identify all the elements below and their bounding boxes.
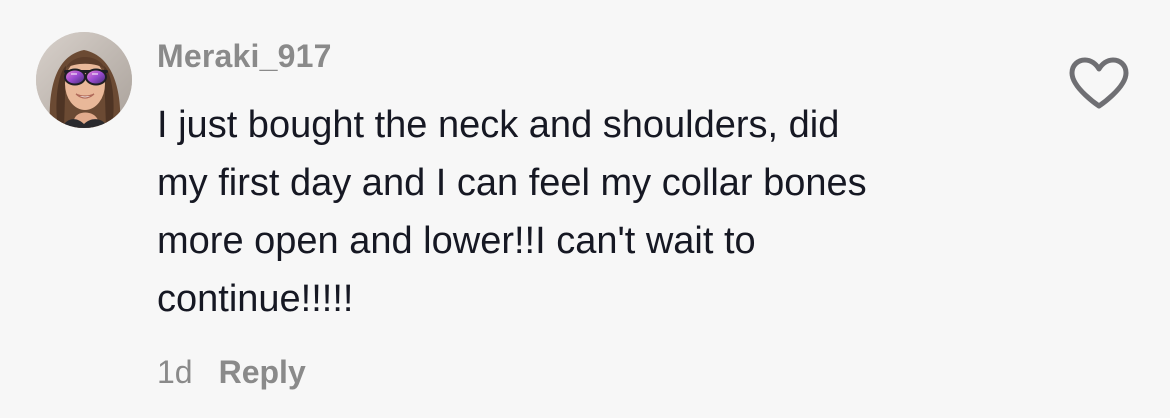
comment-text-line: my first day and I can feel my collar bo… [157, 162, 867, 204]
comment-text-line: I just bought the neck and shoulders, di… [157, 104, 840, 146]
comment-item: Meraki_917 I just bought the neck and sh… [0, 0, 1170, 418]
comment-username[interactable]: Meraki_917 [157, 38, 332, 75]
like-button[interactable] [1066, 56, 1132, 110]
heart-outline-icon [1069, 57, 1129, 109]
comment-text-line: more open and lower!!I can't wait to [157, 220, 756, 262]
reply-button[interactable]: Reply [219, 354, 306, 391]
comment-meta: 1d Reply [157, 350, 306, 394]
avatar-image [36, 32, 132, 128]
comment-text: I just bought the neck and shoulders, di… [157, 96, 1037, 328]
comment-timestamp: 1d [157, 353, 193, 390]
comment-text-line: continue!!!!! [157, 278, 354, 320]
avatar[interactable] [36, 32, 132, 128]
